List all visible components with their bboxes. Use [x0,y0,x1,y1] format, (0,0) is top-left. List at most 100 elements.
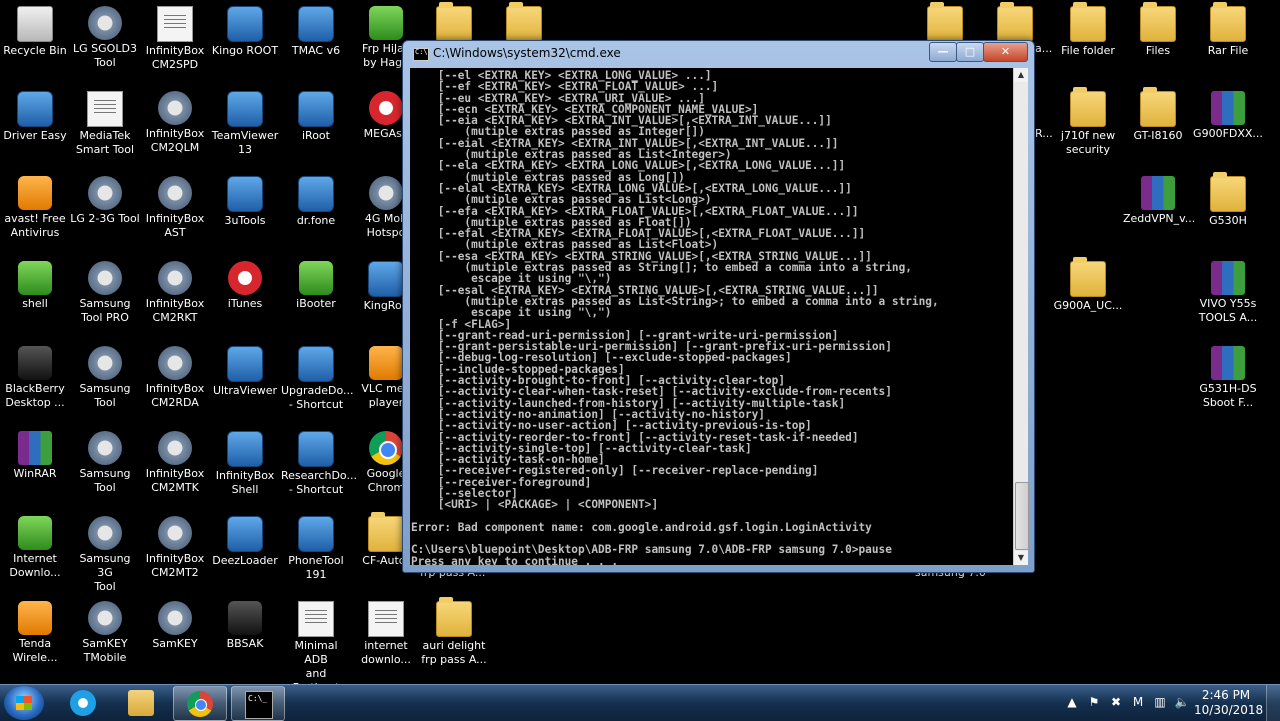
cmd-icon [413,48,429,61]
windows-explorer-button[interactable] [115,686,167,719]
maximize-button[interactable]: □ [956,42,984,62]
internet-explorer-button[interactable] [57,686,109,719]
desktop-icon[interactable]: InfinityBox CM2SPD [140,0,210,72]
desktop-icon[interactable] [910,0,980,44]
cmd-button[interactable] [231,686,285,721]
network-icon[interactable]: ▥ [1152,694,1168,710]
desktop-icon-label: ZeddVPN_v... [1123,212,1196,225]
desktop-icon[interactable]: TMAC v6 [281,0,351,58]
desktop-icon[interactable]: ResearchDo... - Shortcut [281,425,357,497]
desktop-icon[interactable]: InfinityBox AST [140,170,210,240]
volume-icon[interactable]: 🔈 [1174,694,1190,710]
desktop-icon[interactable]: Tenda Wirele... [0,595,70,665]
desktop-icon[interactable]: LG 2-3G Tool [70,170,140,226]
desktop-icon[interactable]: UltraViewer [210,340,280,398]
desktop-icon[interactable]: Samsung Tool [70,425,140,495]
desktop-icon[interactable]: InfinityBox CM2RDA [140,340,210,410]
desktop-icon[interactable]: Samsung 3G Tool [70,510,140,594]
desktop-icon[interactable]: Recycle Bin [0,0,70,58]
upgrade-icon [298,346,334,382]
desktop-icon[interactable]: VIVO Y55s TOOLS A... [1193,255,1263,325]
desktop-icon[interactable]: LG SGOLD3 Tool [70,0,140,70]
desktop-icon-label: dr.fone [296,214,336,227]
desktop-icon[interactable]: DeezLoader [210,510,280,568]
desktop-icon[interactable]: SamKEY TMobile [70,595,140,665]
desktop-icon[interactable]: TeamViewer 13 [210,85,280,157]
desktop-icon[interactable]: Samsung Tool [70,340,140,410]
minimize-button[interactable]: — [929,42,957,62]
desktop-icon[interactable]: avast! Free Antivirus [0,170,70,240]
desktop-icon[interactable]: G531H-DS Sboot F... [1193,340,1263,410]
desktop-icon[interactable]: internet downlo... [351,595,421,667]
desktop-icon[interactable]: SamKEY [140,595,210,651]
window-title: C:\Windows\system32\cmd.exe [433,46,621,60]
desktop-icon[interactable]: iRoot [281,85,351,143]
desktop-icon[interactable]: dr.fone [281,170,351,228]
desktop-icon[interactable]: shell [0,255,70,311]
action-center-flag-icon[interactable]: ⚑ [1086,694,1102,710]
desktop-icon[interactable]: Minimal ADB and Fastboot [281,595,351,695]
desktop-icon[interactable]: G900A_UC... [1053,255,1123,313]
folder-icon [1210,2,1246,42]
vertical-scrollbar[interactable]: ▲ ▼ [1013,68,1029,565]
infinitybox-icon [158,346,192,380]
clock-date: 10/30/2018 [1194,703,1264,717]
start-button[interactable] [4,686,44,720]
desktop-icon[interactable]: InfinityBox Shell [210,425,280,497]
desktop-icon[interactable] [419,0,489,44]
desktop-icon[interactable]: WinRAR [0,425,70,481]
mega-tray-icon[interactable]: M [1130,694,1146,710]
desktop-icon[interactable]: InfinityBox CM2QLM [140,85,210,155]
desktop-icon-label: InfinityBox AST [145,212,205,239]
desktop-icon[interactable]: j710f new security [1053,85,1123,157]
cmd-window[interactable]: C:\Windows\system32\cmd.exe — □ ✕ [--el … [402,40,1035,573]
close-button[interactable]: ✕ [983,42,1028,62]
desktop-icon[interactable]: Driver Easy [0,85,70,143]
desktop-icon[interactable]: InfinityBox CM2MT2 [140,510,210,580]
itunes-icon [228,261,262,295]
desktop-icon[interactable]: Files [1123,0,1193,58]
desktop-icon[interactable]: G530H [1193,170,1263,228]
desktop-icon[interactable]: G900FDXX... [1193,85,1263,141]
title-bar[interactable]: C:\Windows\system32\cmd.exe — □ ✕ [403,41,1034,65]
desktop-icon[interactable]: Internet Downlo... [0,510,70,580]
samsung-tool-icon [88,261,122,295]
scroll-up-arrow-icon[interactable]: ▲ [1014,68,1028,82]
desktop-icon-label: InfinityBox CM2RKT [145,297,205,324]
desktop-icon[interactable]: Kingo ROOT [210,0,280,58]
desktop-icon[interactable]: ZeddVPN_v... [1123,170,1196,226]
frp-icon [369,6,403,40]
chrome-button[interactable] [173,686,227,721]
desktop-icon[interactable]: GT-I8160 [1123,85,1193,143]
desktop-icon-label: LG 2-3G Tool [70,212,140,225]
desktop-icon[interactable]: BBSAK [210,595,280,651]
desktop-icon[interactable]: MediaTek Smart Tool [70,85,140,157]
desktop-icon[interactable]: InfinityBox CM2MTK [140,425,210,495]
console-output[interactable]: [--el <EXTRA_KEY> <EXTRA_LONG_VALUE> ...… [410,68,1013,565]
desktop-icon-label: InfinityBox CM2QLM [145,127,205,154]
clock[interactable]: 2:46 PM 10/30/2018 [1194,688,1264,718]
desktop-icon[interactable]: auri delight frp pass A... [419,595,489,667]
scroll-down-arrow-icon[interactable]: ▼ [1014,551,1028,565]
desktop-icon[interactable]: iBooter [281,255,351,311]
document-icon [368,601,404,637]
desktop-icon-label: InfinityBox CM2SPD [145,44,205,71]
desktop-icon[interactable]: Rar File [1193,0,1263,58]
desktop-icon[interactable]: PhoneTool 191 [281,510,351,582]
desktop-icon[interactable] [980,0,1050,44]
show-hidden-icons-icon[interactable]: ▲ [1064,694,1080,710]
desktop-icon-label: SamKEY TMobile [82,637,128,664]
desktop-icon[interactable]: Samsung Tool PRO [70,255,140,325]
3utools-icon [227,176,263,212]
desktop-icon[interactable]: 3uTools [210,170,280,228]
desktop-icon[interactable]: BlackBerry Desktop ... [0,340,70,410]
folder-icon [927,2,963,42]
adb-icon [298,601,334,637]
scroll-thumb[interactable] [1015,482,1029,550]
desktop-icon[interactable]: InfinityBox CM2RKT [140,255,210,325]
desktop-icon[interactable]: iTunes [210,255,280,311]
tray-app-red-icon[interactable]: ✖ [1108,694,1124,710]
show-desktop-button[interactable] [1266,685,1280,721]
desktop-icon[interactable] [489,0,559,44]
desktop-icon[interactable]: UpgradeDo... - Shortcut [281,340,354,412]
